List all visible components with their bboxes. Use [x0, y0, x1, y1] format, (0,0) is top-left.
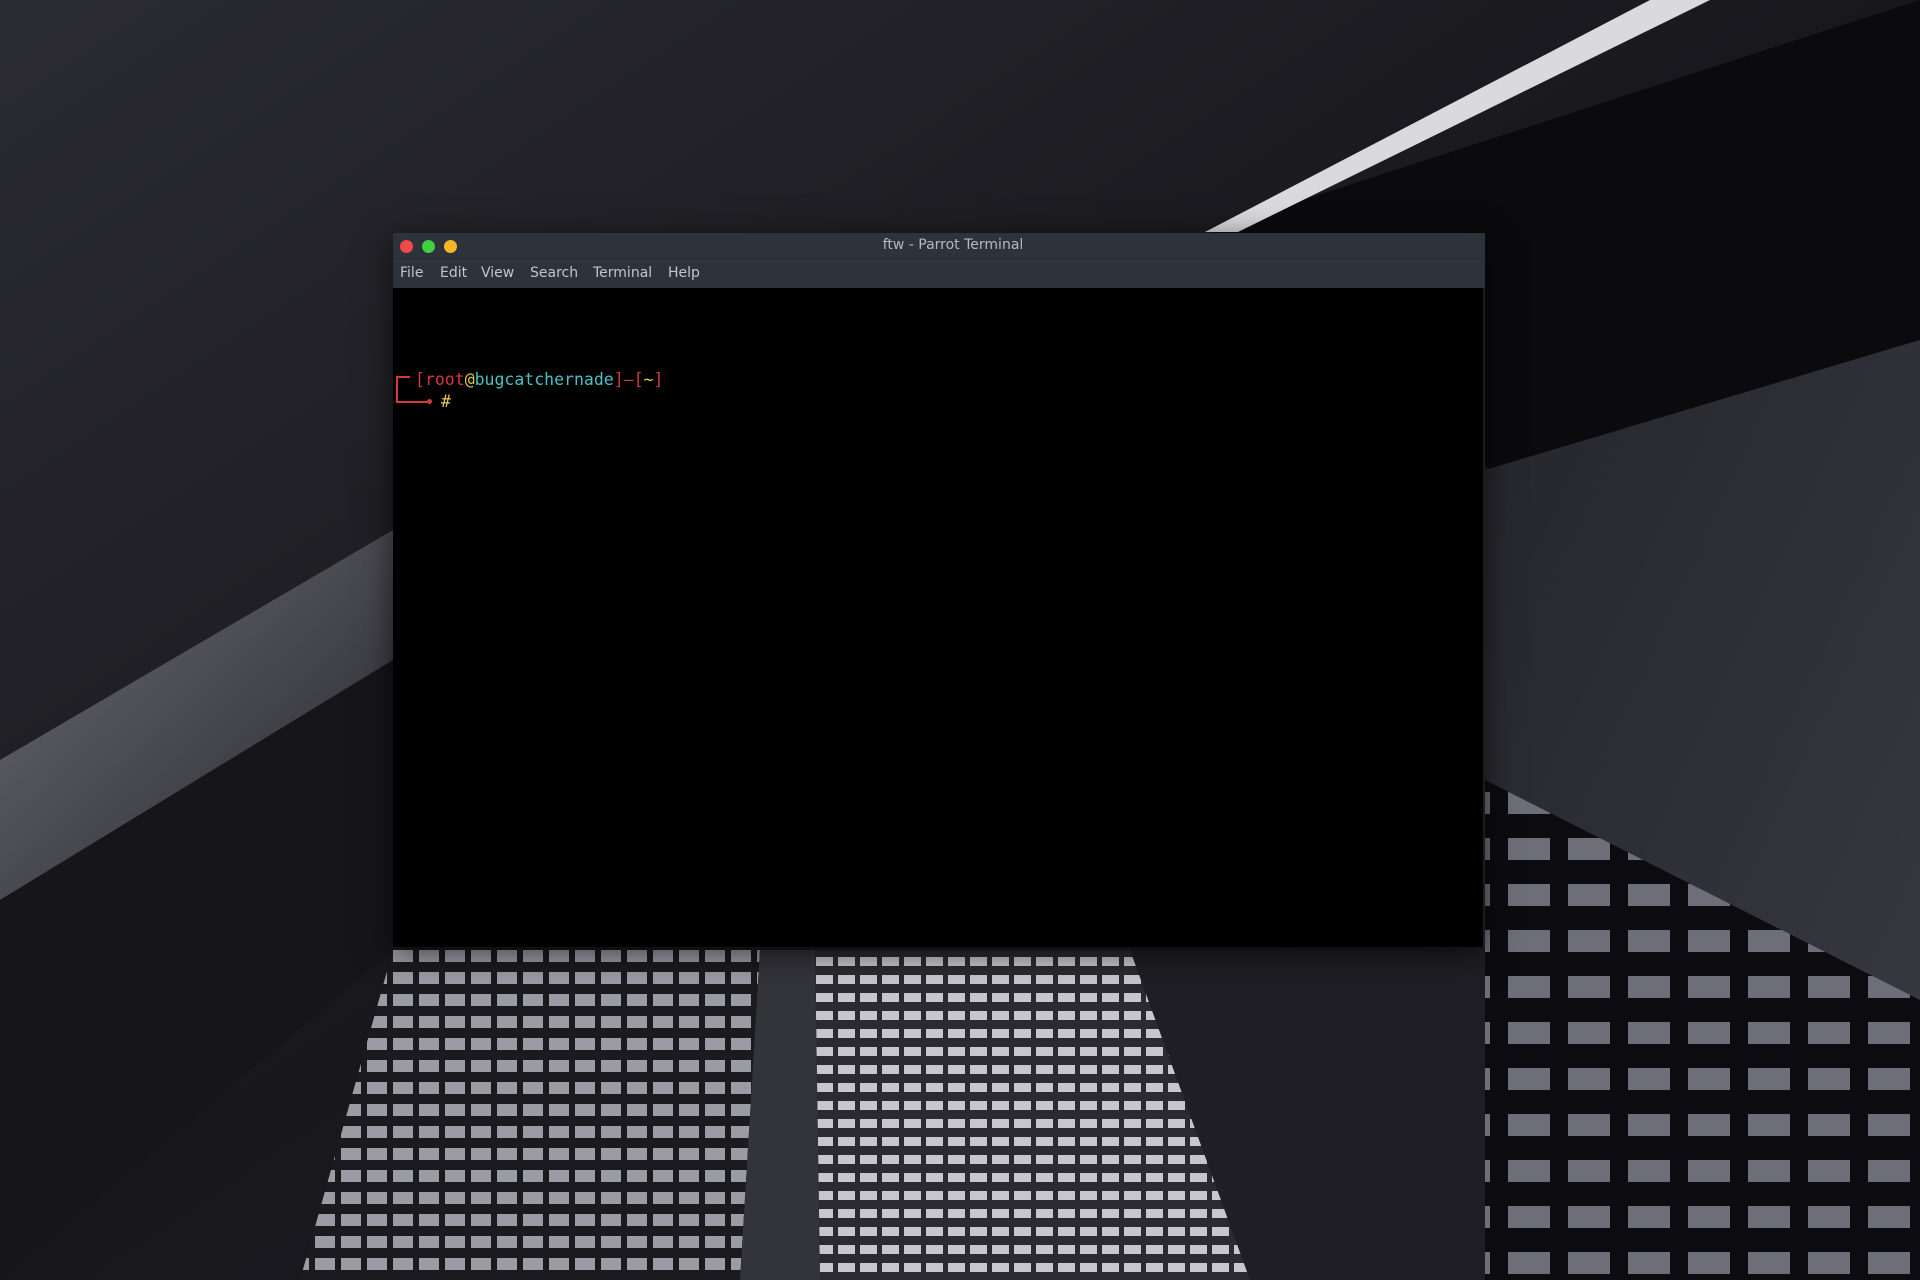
terminal-window: ftw - Parrot Terminal File Edit View Sea… [393, 233, 1485, 947]
prompt-dash: — [623, 370, 634, 389]
prompt-user: root [424, 370, 465, 389]
prompt-line: [root@bugcatchernade]—[~] [415, 369, 663, 391]
menu-view[interactable]: View [481, 259, 514, 288]
prompt-dir-open: [ [633, 370, 644, 389]
prompt-dot [427, 399, 432, 404]
menu-file[interactable]: File [400, 259, 423, 288]
window-title: ftw - Parrot Terminal [882, 237, 1024, 253]
prompt-open-bracket: [ [415, 370, 425, 389]
prompt-at: @ [464, 370, 475, 389]
menu-terminal[interactable]: Terminal [593, 259, 652, 288]
prompt-input-line[interactable]: # [441, 391, 451, 413]
prompt-close-bracket: ] [613, 370, 624, 389]
scrollbar[interactable] [1483, 288, 1485, 947]
prompt-tail [409, 401, 429, 403]
menu-bar: File Edit View Search Terminal Help [393, 258, 1485, 288]
menu-help[interactable]: Help [668, 259, 700, 288]
prompt-dir-close: ] [653, 370, 664, 389]
menu-search[interactable]: Search [530, 259, 578, 288]
terminal-output[interactable]: [root@bugcatchernade]—[~] # [393, 288, 1483, 947]
title-bar[interactable]: ftw - Parrot Terminal [393, 233, 1485, 258]
prompt-corner-icon [396, 376, 410, 403]
menu-edit[interactable]: Edit [440, 259, 467, 288]
prompt-host: bugcatchernade [474, 370, 614, 389]
prompt-dir: ~ [643, 370, 654, 389]
desktop: ftw - Parrot Terminal File Edit View Sea… [0, 0, 1920, 1280]
prompt-symbol: # [441, 392, 451, 411]
